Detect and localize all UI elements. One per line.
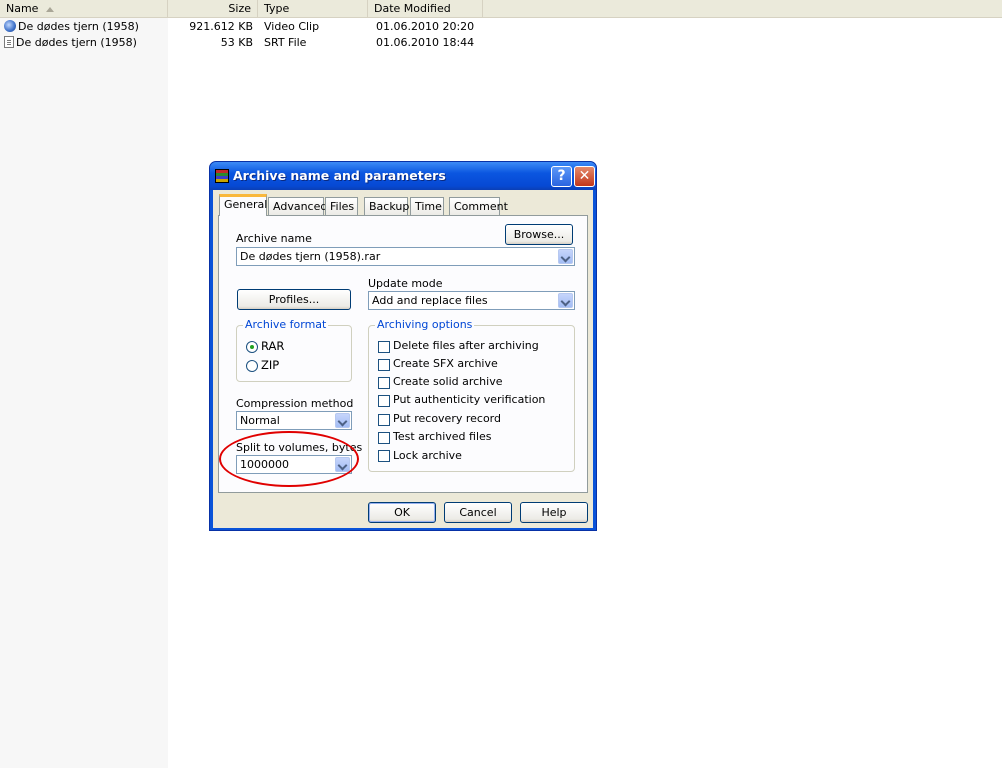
- archive-dialog: Archive name and parameters ? ✕ General …: [209, 161, 597, 531]
- lock-archive-label: Lock archive: [393, 449, 462, 462]
- split-volumes-combo[interactable]: 1000000: [236, 455, 352, 474]
- test-files-checkbox[interactable]: [378, 432, 390, 444]
- authenticity-checkbox[interactable]: [378, 395, 390, 407]
- file-size: 53 KB: [220, 36, 253, 49]
- tab-backup[interactable]: Backup: [364, 197, 409, 215]
- close-button[interactable]: ✕: [574, 166, 595, 187]
- file-name: De dødes tjern (1958): [16, 36, 137, 49]
- column-header-size[interactable]: Size: [168, 0, 258, 17]
- file-size: 921.612 KB: [189, 20, 253, 33]
- chevron-down-icon[interactable]: [335, 413, 350, 428]
- chevron-down-icon[interactable]: [335, 457, 350, 472]
- tab-files[interactable]: Files: [325, 197, 358, 215]
- rar-label: RAR: [261, 339, 285, 353]
- file-name: De dødes tjern (1958): [18, 20, 139, 33]
- update-mode-value: Add and replace files: [372, 294, 488, 307]
- file-date: 01.06.2010 20:20: [376, 20, 475, 33]
- create-sfx-checkbox[interactable]: [378, 359, 390, 371]
- dialog-title-bar[interactable]: Archive name and parameters ? ✕: [210, 162, 596, 190]
- archive-name-value: De dødes tjern (1958).rar: [240, 250, 381, 263]
- create-solid-label: Create solid archive: [393, 375, 503, 388]
- archive-format-group: Archive format RAR ZIP: [236, 318, 352, 382]
- archiving-options-caption: Archiving options: [375, 318, 475, 331]
- winrar-icon: [215, 169, 229, 183]
- chevron-down-icon[interactable]: [558, 293, 573, 308]
- cancel-button[interactable]: Cancel: [444, 502, 512, 523]
- compression-method-label: Compression method: [236, 397, 354, 410]
- create-solid-checkbox[interactable]: [378, 377, 390, 389]
- sort-ascending-icon: [46, 6, 55, 12]
- dialog-title: Archive name and parameters: [233, 168, 446, 183]
- test-files-label: Test archived files: [393, 430, 492, 443]
- file-row[interactable]: De dødes tjern (1958) 53 KB SRT File 01.…: [0, 35, 520, 51]
- tab-comment[interactable]: Comment: [449, 197, 508, 215]
- archive-name-label: Archive name: [236, 232, 312, 245]
- tab-general[interactable]: General: [219, 194, 267, 216]
- compression-method-value: Normal: [240, 414, 280, 427]
- ok-button[interactable]: OK: [368, 502, 436, 523]
- file-type: Video Clip: [264, 20, 320, 33]
- archive-name-combo[interactable]: De dødes tjern (1958).rar: [236, 247, 575, 266]
- zip-label: ZIP: [261, 358, 280, 372]
- delete-files-label: Delete files after archiving: [393, 339, 539, 352]
- profiles-button[interactable]: Profiles...: [237, 289, 351, 310]
- general-tab-panel: Browse... Archive name De dødes tjern (1…: [218, 215, 588, 493]
- archiving-options-group: Archiving options Delete files after arc…: [368, 318, 575, 472]
- file-row[interactable]: De dødes tjern (1958) 921.612 KB Video C…: [0, 19, 520, 35]
- lock-archive-checkbox[interactable]: [378, 450, 390, 462]
- update-mode-label: Update mode: [368, 277, 443, 290]
- video-clip-icon: [4, 20, 16, 32]
- split-volumes-value: 1000000: [240, 458, 289, 471]
- zip-radio[interactable]: [246, 360, 258, 372]
- compression-method-combo[interactable]: Normal: [236, 411, 352, 430]
- split-volumes-label: Split to volumes, bytes: [236, 441, 363, 454]
- sorted-column-background: [0, 18, 168, 768]
- rar-radio[interactable]: [246, 341, 258, 353]
- recovery-record-label: Put recovery record: [393, 412, 501, 425]
- column-header-date[interactable]: Date Modified: [368, 0, 483, 17]
- chevron-down-icon[interactable]: [558, 249, 573, 264]
- help-button[interactable]: Help: [520, 502, 588, 523]
- archive-format-caption: Archive format: [243, 318, 329, 331]
- tab-advanced[interactable]: Advanced: [268, 197, 327, 215]
- browse-button[interactable]: Browse...: [505, 224, 573, 245]
- recovery-record-checkbox[interactable]: [378, 414, 390, 426]
- help-titlebar-button[interactable]: ?: [551, 166, 572, 187]
- tab-time[interactable]: Time: [410, 197, 444, 215]
- file-date: 01.06.2010 18:44: [376, 36, 475, 49]
- text-file-icon: [4, 36, 14, 48]
- update-mode-combo[interactable]: Add and replace files: [368, 291, 575, 310]
- authenticity-label: Put authenticity verification: [393, 393, 546, 406]
- column-header-bar: Name Size Type Date Modified: [0, 0, 1002, 18]
- create-sfx-label: Create SFX archive: [393, 357, 498, 370]
- column-header-name[interactable]: Name: [0, 0, 168, 17]
- dialog-client: General Advanced Files Backup Time Comme…: [213, 190, 593, 528]
- delete-files-checkbox[interactable]: [378, 341, 390, 353]
- file-type: SRT File: [264, 36, 307, 49]
- column-header-type[interactable]: Type: [258, 0, 368, 17]
